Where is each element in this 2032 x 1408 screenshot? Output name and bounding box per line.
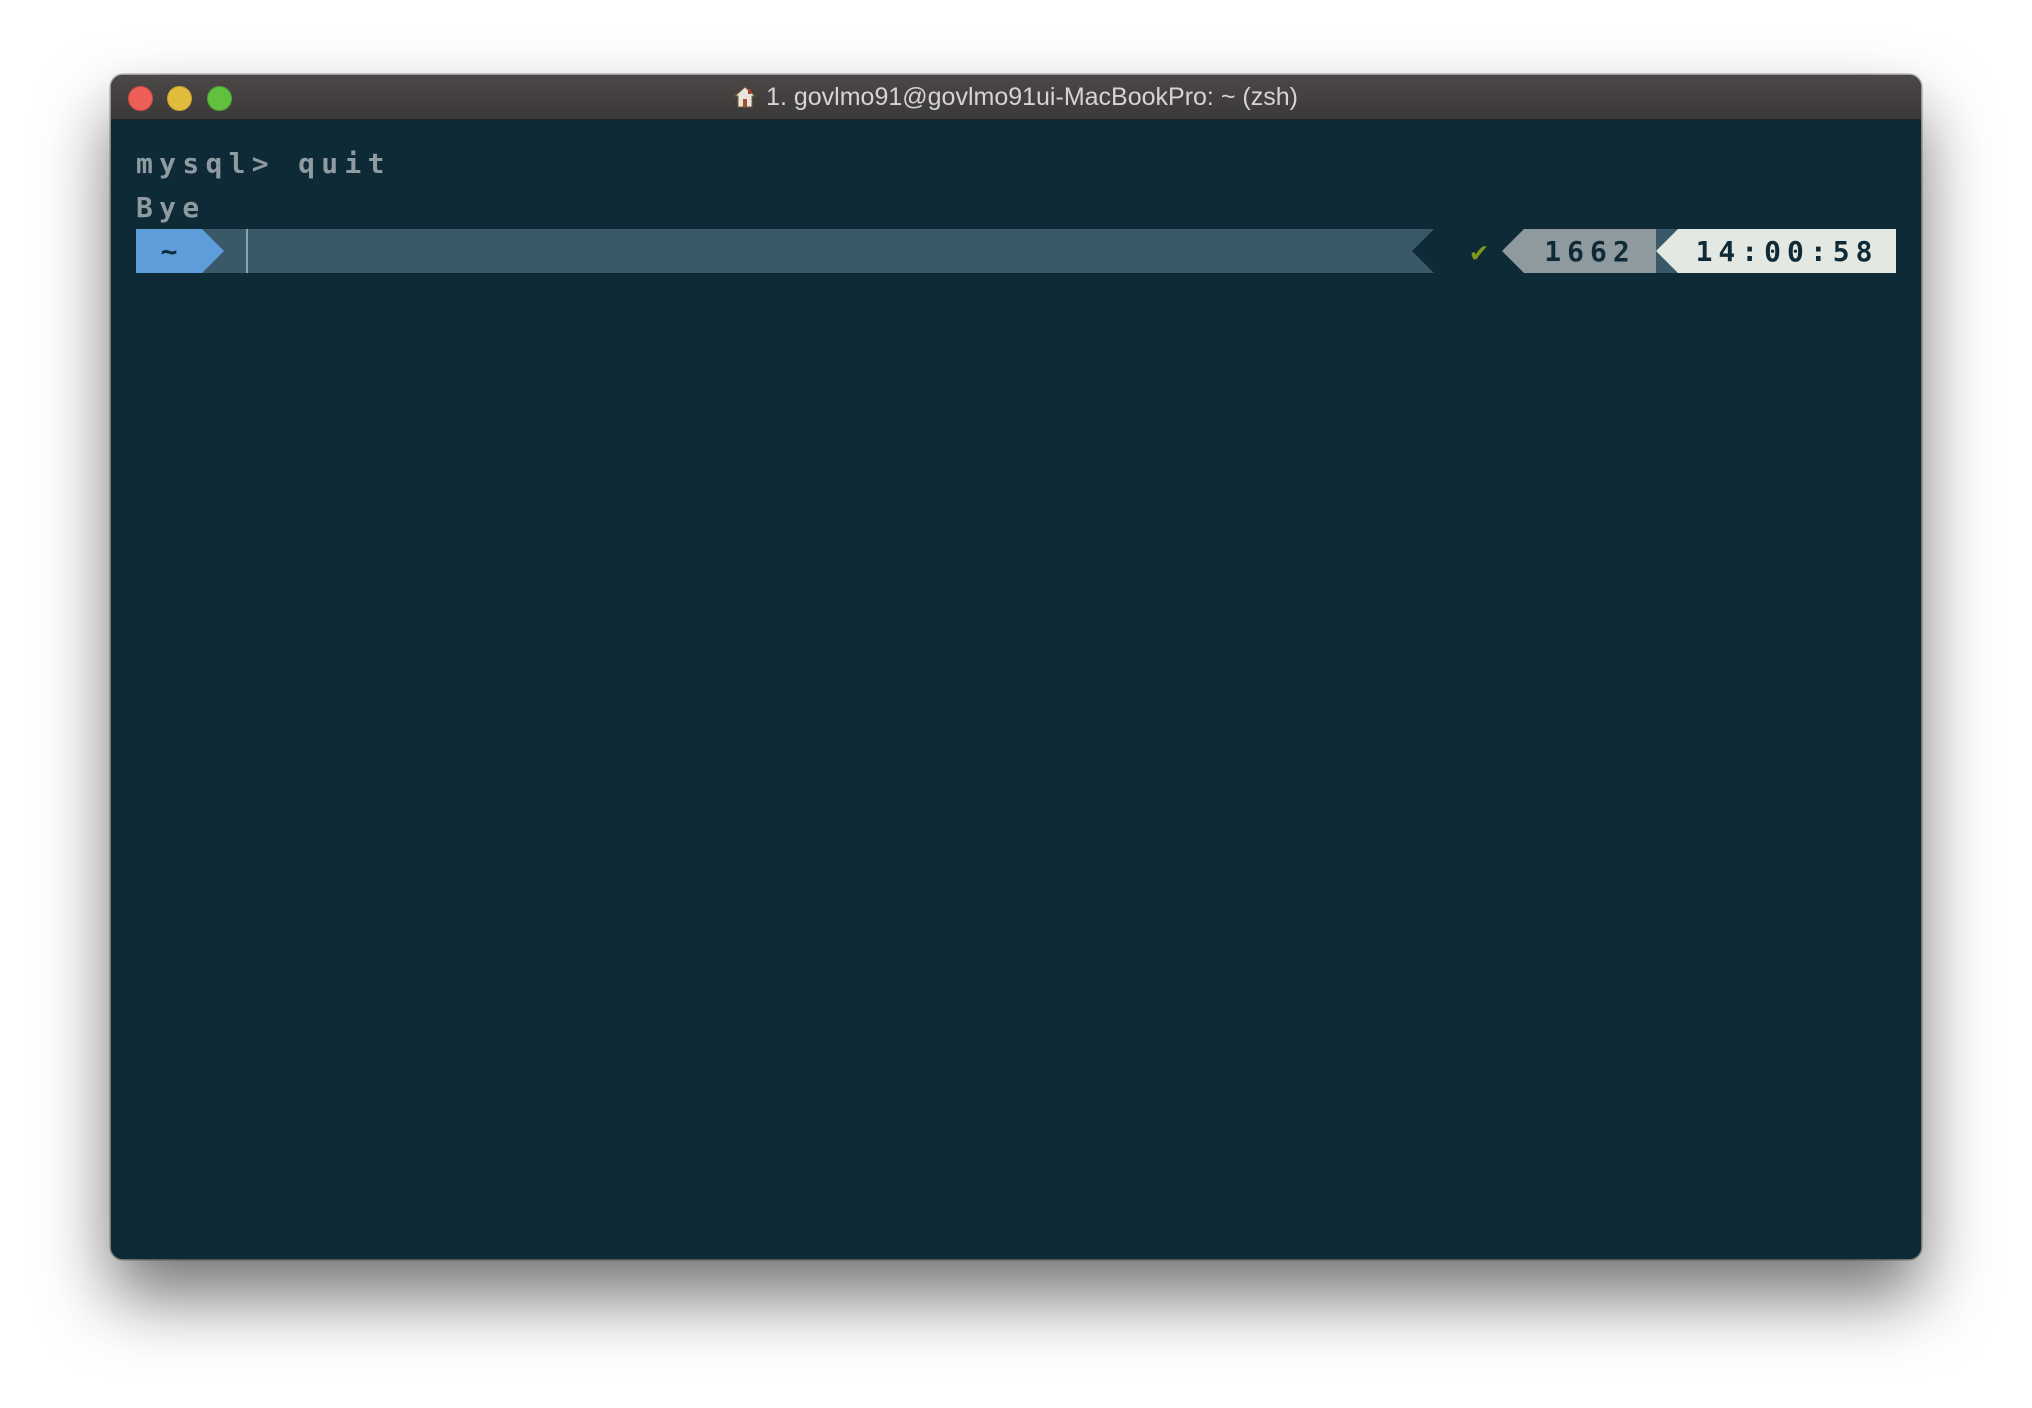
terminal-line: mysql> quit [136,147,391,180]
title-bar[interactable]: 1. govlmo91@govlmo91ui-MacBookPro: ~ (zs… [111,75,1921,120]
history-arrow-separator [1502,229,1524,273]
directory-arrow-separator [202,229,224,273]
terminal-window: 1. govlmo91@govlmo91ui-MacBookPro: ~ (zs… [111,75,1921,1259]
home-icon [733,86,757,108]
terminal-line: Bye [136,191,206,224]
terminal-content[interactable]: mysql> quit Bye ~ ✔ 1662 14:00:58 [111,120,1921,1259]
prompt-time: 14:00:58 [1678,229,1896,273]
status-arrow-separator [1412,229,1434,273]
window-title-container: 1. govlmo91@govlmo91ui-MacBookPro: ~ (zs… [111,75,1921,119]
time-arrow-separator [1656,229,1678,273]
shell-prompt-bar: ~ ✔ 1662 14:00:58 [136,229,1896,273]
text-cursor [246,229,248,273]
window-title: 1. govlmo91@govlmo91ui-MacBookPro: ~ (zs… [766,82,1298,111]
prompt-history-number: 1662 [1524,229,1656,273]
prompt-directory: ~ [136,229,202,273]
